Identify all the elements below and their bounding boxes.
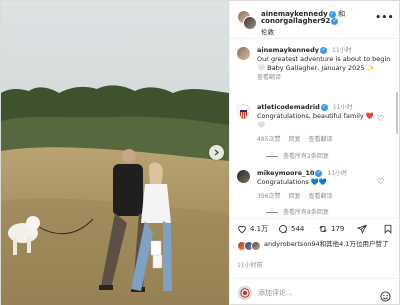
avatar-mikeymoore-10[interactable] bbox=[237, 170, 250, 183]
repost-icon bbox=[319, 225, 327, 233]
instagram-post-dialog: ainemaykennedy ✓ 和 conorgallagher92 ✓ 伦敦 •… bbox=[0, 0, 400, 305]
comment-bubble-icon bbox=[279, 225, 287, 233]
comment-likes[interactable]: 396次赞 bbox=[257, 193, 280, 200]
post-photo[interactable] bbox=[1, 1, 229, 305]
post-actions-bar: 4.1万 544 179 bbox=[230, 218, 400, 240]
header-collab-line-2: conorgallagher92 ✓ bbox=[261, 17, 339, 25]
like-comment-heart-icon[interactable]: ♡ bbox=[377, 114, 384, 123]
comment-username[interactable]: atleticodemadrid bbox=[257, 103, 320, 111]
chevron-right-icon bbox=[214, 149, 219, 156]
profile-icon bbox=[240, 288, 250, 298]
caption-translate-link[interactable]: 查看翻译 bbox=[257, 74, 281, 81]
reply-link[interactable]: 回复 bbox=[288, 136, 300, 143]
like-button[interactable]: 4.1万 bbox=[237, 224, 268, 234]
comment-time: 11小时 bbox=[327, 170, 348, 177]
heart-icon bbox=[238, 225, 246, 234]
repost-count: 179 bbox=[331, 225, 345, 233]
view-replies-link[interactable]: 查看所有8条回复 bbox=[266, 207, 329, 215]
comment-likes[interactable]: 485次赞 bbox=[257, 136, 280, 143]
comment-item: mikeymoore_10 ✓ 11小时 Congratulations 💙💙 bbox=[257, 169, 375, 187]
view-replies-link[interactable]: 查看所有2条回复 bbox=[266, 151, 329, 160]
atletico-crest-icon bbox=[240, 110, 247, 119]
liker-avatar[interactable] bbox=[251, 241, 261, 251]
post-timestamp[interactable]: 11小时前 bbox=[237, 260, 263, 269]
verified-badge-icon: ✓ bbox=[331, 17, 339, 25]
translate-link[interactable]: 查看翻译 bbox=[308, 193, 332, 200]
post-side-panel: ainemaykennedy ✓ 和 conorgallagher92 ✓ 伦敦 •… bbox=[229, 1, 400, 305]
verified-badge-icon: ✓ bbox=[320, 103, 328, 111]
repost-button[interactable]: 179 bbox=[318, 224, 344, 234]
next-photo-button[interactable] bbox=[209, 145, 224, 160]
more-options-button[interactable]: ••• bbox=[375, 13, 394, 23]
comment-count: 544 bbox=[291, 225, 305, 233]
comment-time: 11小时 bbox=[332, 104, 353, 111]
comment-button[interactable]: 544 bbox=[278, 224, 304, 234]
collab-avatars[interactable] bbox=[237, 10, 257, 30]
liked-by-text[interactable]: andyrobertson94和其他4.1万位用户赞了 bbox=[264, 240, 399, 249]
caption-username[interactable]: ainemaykennedy bbox=[257, 46, 319, 54]
comment-meta: 396次赞 回复 查看翻译 bbox=[257, 191, 340, 200]
avatar-conorgallagher92[interactable] bbox=[243, 16, 257, 30]
caption: ainemaykennedy ✓ 11小时 Our greatest advent… bbox=[257, 46, 395, 82]
and-word: 和 bbox=[338, 10, 346, 18]
comment-composer bbox=[230, 278, 400, 305]
like-count: 4.1万 bbox=[250, 225, 269, 233]
liked-by-row: andyrobertson94和其他4.1万位用户赞了 bbox=[237, 240, 397, 258]
emoji-smile-icon bbox=[380, 291, 391, 302]
avatar-atleticodemadrid[interactable] bbox=[237, 104, 250, 119]
caption-time: 11小时 bbox=[332, 47, 352, 54]
reply-link[interactable]: 回复 bbox=[288, 193, 300, 200]
couple-photo-image bbox=[1, 1, 229, 305]
bookmark-icon bbox=[384, 224, 392, 234]
post-header: ainemaykennedy ✓ 和 conorgallagher92 ✓ 伦敦 •… bbox=[230, 1, 400, 39]
comment-username[interactable]: mikeymoore_10 bbox=[257, 169, 314, 177]
share-button[interactable] bbox=[357, 224, 370, 234]
post-location[interactable]: 伦敦 bbox=[261, 26, 274, 36]
caption-text: Our greatest adventure is about to begin… bbox=[257, 55, 391, 72]
avatar-ainemaykennedy[interactable] bbox=[237, 47, 250, 60]
save-button[interactable] bbox=[383, 224, 396, 234]
add-comment-input[interactable] bbox=[258, 286, 358, 300]
comment-meta: 485次赞 回复 查看翻译 bbox=[257, 134, 340, 143]
verified-badge-icon: ✓ bbox=[315, 169, 323, 177]
comment-text: Congratulations 💙💙 bbox=[257, 178, 327, 186]
paper-plane-icon bbox=[357, 224, 367, 234]
translate-link[interactable]: 查看翻译 bbox=[308, 136, 332, 143]
comment-item: atleticodemadrid ✓ 11小时 Congratulations, … bbox=[257, 103, 375, 130]
username-conorgallagher92[interactable]: conorgallagher92 bbox=[261, 17, 330, 25]
comment-text: Congratulations, beautiful family ❤️🤍 bbox=[257, 112, 374, 129]
comments-scrollbar[interactable] bbox=[396, 92, 398, 134]
verified-badge-icon: ✓ bbox=[319, 46, 327, 54]
current-user-avatar bbox=[238, 286, 252, 300]
comments-list: ainemaykennedy ✓ 11小时 Our greatest advent… bbox=[230, 42, 398, 215]
like-comment-heart-icon[interactable]: ♡ bbox=[377, 177, 384, 186]
emoji-button[interactable] bbox=[380, 287, 391, 305]
